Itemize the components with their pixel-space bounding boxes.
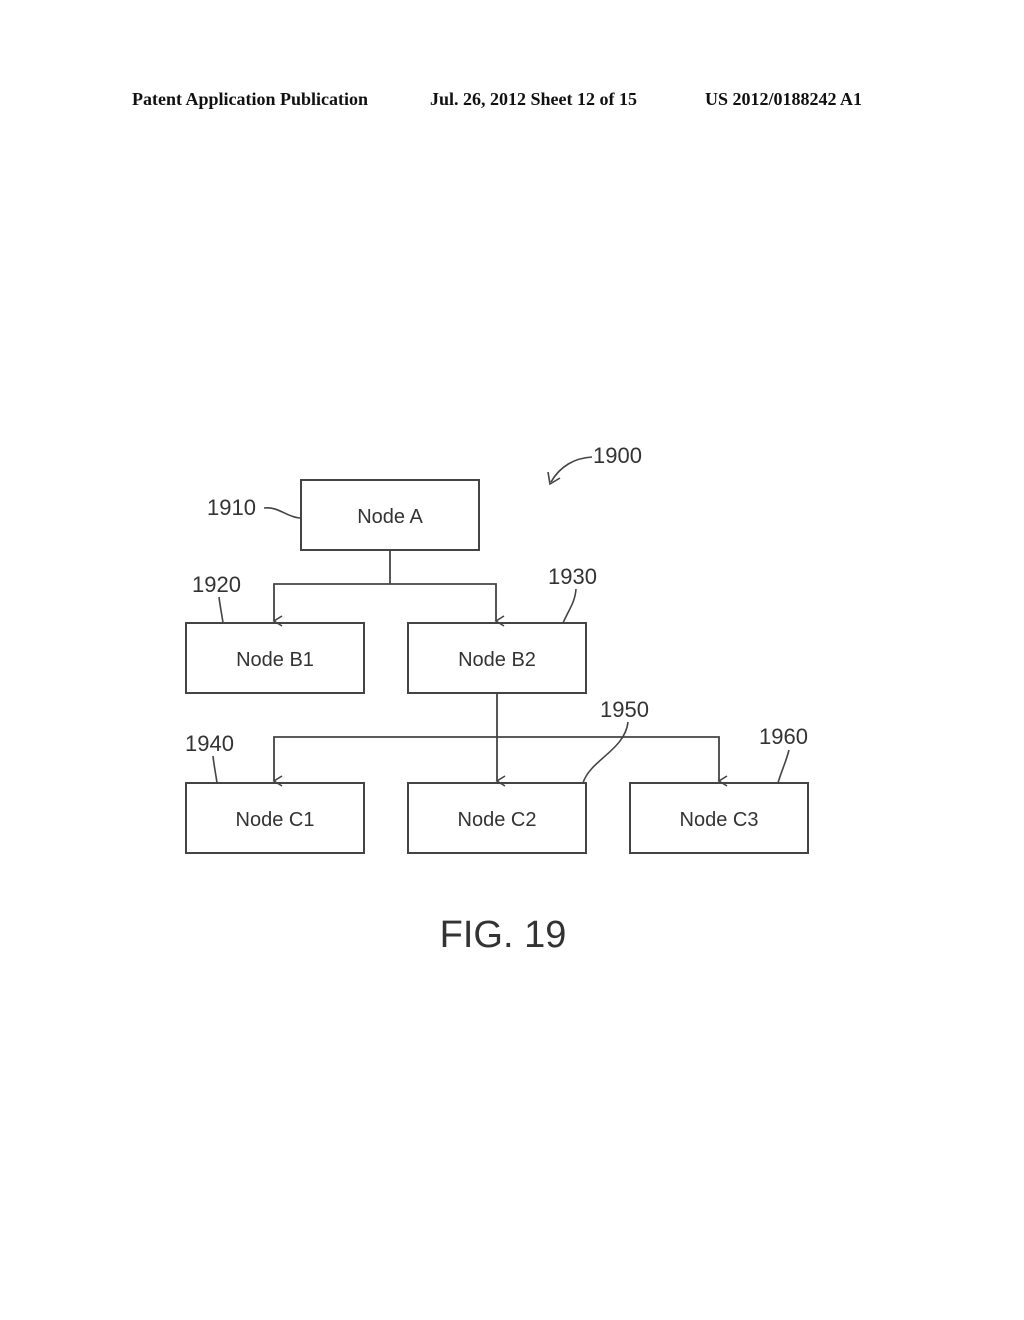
node-b2-label: Node B2 <box>458 649 536 671</box>
leader-1940 <box>212 755 218 784</box>
figure-caption: FIG. 19 <box>440 914 567 956</box>
node-c1: Node C1 <box>185 782 365 854</box>
ref-1920: 1920 <box>192 572 241 597</box>
ref-1940: 1940 <box>185 731 234 756</box>
node-c3: Node C3 <box>629 782 809 854</box>
edge-b2-c1 <box>272 736 497 787</box>
node-a: Node A <box>300 479 480 551</box>
leader-1910 <box>263 507 302 519</box>
tree-diagram: 1900 Node A Node B1 Node B2 Node C1 Node… <box>185 443 809 956</box>
ref-1910: 1910 <box>207 495 256 520</box>
node-c2: Node C2 <box>407 782 587 854</box>
leader-1920 <box>218 596 224 624</box>
edge-a-b2 <box>390 583 505 627</box>
node-c3-label: Node C3 <box>680 809 759 831</box>
edge-b2-c3 <box>497 736 728 787</box>
leader-1950 <box>582 721 629 784</box>
leader-1960 <box>777 749 790 784</box>
ref-1960: 1960 <box>759 724 808 749</box>
leader-1930 <box>562 588 577 624</box>
node-b2: Node B2 <box>407 622 587 694</box>
node-a-label: Node A <box>357 506 423 528</box>
figure-ref-arrow <box>550 456 593 483</box>
figure-ref-number: 1900 <box>593 443 642 468</box>
ref-1950: 1950 <box>600 697 649 722</box>
ref-1930: 1930 <box>548 564 597 589</box>
figure-reference: 1900 <box>547 443 642 486</box>
edge-a-b1 <box>272 583 390 627</box>
node-c2-label: Node C2 <box>458 809 537 831</box>
node-b1: Node B1 <box>185 622 365 694</box>
node-c1-label: Node C1 <box>236 809 315 831</box>
node-b1-label: Node B1 <box>236 649 314 671</box>
